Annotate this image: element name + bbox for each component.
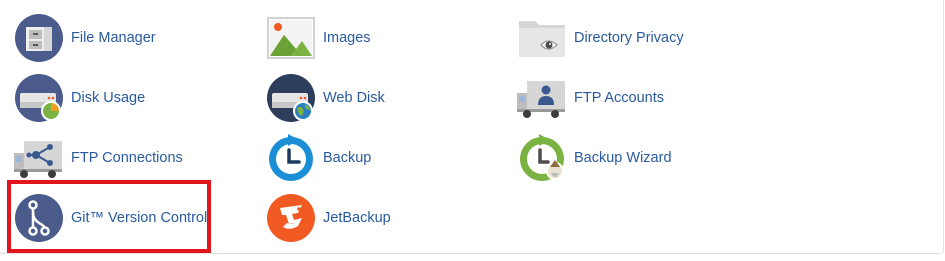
file-manager-label: File Manager: [71, 30, 156, 46]
web-disk-label: Web Disk: [323, 90, 385, 106]
backup-wizard-link[interactable]: Backup Wizard: [517, 133, 672, 183]
backup-link[interactable]: Backup: [266, 133, 371, 183]
disk-usage-label: Disk Usage: [71, 90, 146, 106]
files-panel: File Manager Images Directory Privacy Di…: [0, 0, 944, 254]
jetbackup-icon: [266, 193, 316, 243]
web-disk-link[interactable]: Web Disk: [266, 73, 385, 123]
directory-privacy-link[interactable]: Directory Privacy: [517, 13, 684, 63]
backup-label: Backup: [323, 150, 372, 166]
truck-user-icon: [517, 73, 567, 123]
backup-clock-icon: [266, 133, 316, 183]
truck-network-icon: [14, 133, 64, 183]
git-branch-icon: [14, 193, 64, 243]
file-manager-link[interactable]: File Manager: [14, 13, 156, 63]
git-version-control-link[interactable]: Git™ Version Control: [14, 193, 207, 243]
disk-usage-link[interactable]: Disk Usage: [14, 73, 145, 123]
backup-wizard-label: Backup Wizard: [574, 150, 672, 166]
backup-wizard-icon: [517, 133, 567, 183]
disk-globe-icon: [266, 73, 316, 123]
ftp-connections-label: FTP Connections: [71, 150, 183, 166]
ftp-connections-link[interactable]: FTP Connections: [14, 133, 183, 183]
images-label: Images: [323, 30, 371, 46]
directory-privacy-label: Directory Privacy: [574, 30, 684, 46]
ftp-accounts-link[interactable]: FTP Accounts: [517, 73, 664, 123]
file-cabinet-icon: [14, 13, 64, 63]
ftp-accounts-label: FTP Accounts: [574, 90, 664, 106]
folder-eye-icon: [517, 13, 567, 63]
jetbackup-label: JetBackup: [323, 210, 391, 226]
images-link[interactable]: Images: [266, 13, 371, 63]
disk-pie-icon: [14, 73, 64, 123]
image-landscape-icon: [266, 13, 316, 63]
git-version-control-label: Git™ Version Control: [71, 210, 208, 226]
jetbackup-link[interactable]: JetBackup: [266, 193, 391, 243]
